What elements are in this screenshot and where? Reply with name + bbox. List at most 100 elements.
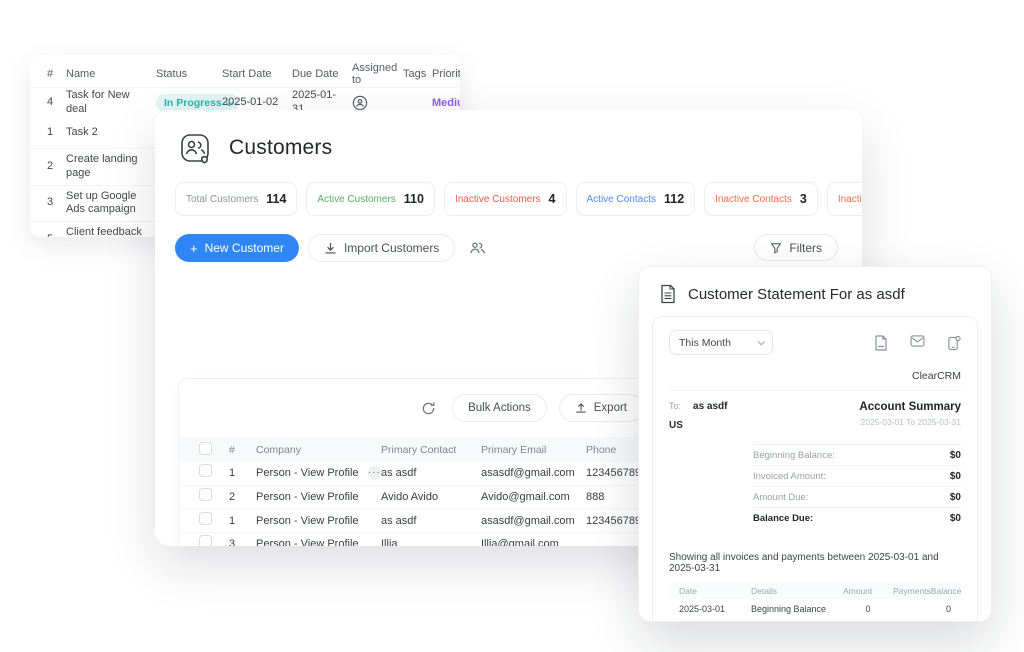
task-num: 3 <box>47 196 66 210</box>
stat-value: 112 <box>664 192 684 206</box>
customer-num: 1 <box>229 467 256 479</box>
summary-value: $0 <box>950 450 961 461</box>
task-num: 4 <box>47 96 66 110</box>
statement-table-footer: Balance Due $0 <box>669 618 961 622</box>
customer-stats: Total Customers 114 Active Customers 110… <box>155 166 862 216</box>
statement-body: This Month <box>652 316 978 622</box>
priority-dropdown[interactable]: Medium <box>432 97 460 109</box>
import-customers-button[interactable]: Import Customers <box>308 234 455 262</box>
primary-email: Avido@gmail.com <box>481 491 586 503</box>
primary-contact: Illia <box>381 538 481 546</box>
account-summary-title: Account Summary <box>859 401 961 413</box>
tasks-col-assigned: Assigned to <box>352 62 403 86</box>
col-company: Company <box>256 444 381 456</box>
summary-label: Amount Due: <box>753 492 808 503</box>
assign-group-icon[interactable] <box>464 240 490 256</box>
summary-label: Balance Due: <box>753 513 813 524</box>
export-button[interactable]: Export <box>559 394 643 422</box>
statement-col: Payments <box>893 586 931 596</box>
tasks-col-num: # <box>47 68 66 80</box>
stat-card: Inactive Customers 4 <box>444 182 567 216</box>
customer-num: 1 <box>229 515 256 527</box>
task-name: Client feedback review <box>66 226 156 237</box>
showing-range-text: Showing all invoices and payments betwee… <box>669 552 961 574</box>
row-checkbox[interactable] <box>199 464 212 477</box>
email-icon[interactable] <box>910 335 925 351</box>
company-link[interactable]: Person - View Profile <box>256 538 359 546</box>
col-primary-contact: Primary Contact <box>381 444 481 456</box>
period-select[interactable]: This Month <box>669 330 773 355</box>
summary-value: $0 <box>950 492 961 503</box>
bulk-actions-button[interactable]: Bulk Actions <box>452 394 547 422</box>
import-customers-label: Import Customers <box>344 241 439 255</box>
stat-label: Inactive Contacts <box>838 194 862 205</box>
stmt-balance: 0 <box>895 604 951 614</box>
row-checkbox[interactable] <box>199 535 212 546</box>
statement-title: Customer Statement For as asdf <box>688 286 905 303</box>
to-label: To: <box>669 401 681 411</box>
plus-icon: + <box>190 241 198 256</box>
new-customer-button[interactable]: + New Customer <box>175 234 299 262</box>
tasks-col-tags: Tags <box>403 68 432 80</box>
statement-table-header: DateDetailsAmountPaymentsBalance <box>669 582 961 599</box>
row-menu-button[interactable]: ··· <box>368 466 381 480</box>
task-name: Create landing page <box>66 153 156 181</box>
statement-col: Details <box>751 586 843 596</box>
stat-card: Active Customers 110 <box>306 182 435 216</box>
company-link[interactable]: Person - View Profile <box>256 467 359 479</box>
stat-value: 3 <box>800 192 807 206</box>
stat-value: 114 <box>266 192 286 206</box>
filters-label: Filters <box>789 241 822 255</box>
chevron-down-icon <box>758 338 765 345</box>
statement-row: 2025-03-01 Beginning Balance 0 0 <box>669 599 961 618</box>
summary-row: Balance Due: $0 <box>753 507 961 528</box>
customer-num: 3 <box>229 538 256 546</box>
account-summary-period: 2025-03-01 To 2025-03-31 <box>859 417 961 427</box>
customer-num: 2 <box>229 491 256 503</box>
stat-card: Total Customers 114 <box>175 182 297 216</box>
company-link[interactable]: Person - View Profile <box>256 515 359 527</box>
refresh-icon[interactable] <box>417 401 440 416</box>
bulk-actions-label: Bulk Actions <box>468 402 531 414</box>
primary-email: asasdf@gmail.com <box>481 467 586 479</box>
priority-label: Medium <box>432 97 460 109</box>
tasks-col-status: Status <box>156 68 222 80</box>
stmt-amount: 0 <box>843 604 893 614</box>
row-checkbox[interactable] <box>199 512 212 525</box>
select-all-checkbox[interactable] <box>199 442 212 455</box>
company-link[interactable]: Person - View Profile <box>256 491 359 503</box>
col-primary-email: Primary Email <box>481 444 586 456</box>
summary-row: Invoiced Amount: $0 <box>753 465 961 486</box>
statement-document-icon <box>659 284 677 304</box>
statement-col: Date <box>679 586 751 596</box>
summary-label: Invoiced Amount: <box>753 471 826 482</box>
assignee-avatar-icon[interactable] <box>352 95 403 111</box>
filter-icon <box>770 242 782 254</box>
tasks-col-name: Name <box>66 68 156 80</box>
row-checkbox[interactable] <box>199 488 212 501</box>
export-label: Export <box>594 402 627 414</box>
stat-label: Active Customers <box>317 194 395 205</box>
stat-label: Total Customers <box>186 194 258 205</box>
export-icon <box>575 402 587 414</box>
stat-label: Inactive Contacts <box>715 194 792 205</box>
page-title: Customers <box>229 136 332 160</box>
new-customer-label: New Customer <box>205 241 284 255</box>
stat-label: Inactive Customers <box>455 194 541 205</box>
summary-value: $0 <box>950 513 961 524</box>
primary-email: asasdf@gmail.com <box>481 515 586 527</box>
filters-button[interactable]: Filters <box>754 234 838 261</box>
customers-icon <box>177 130 213 166</box>
tasks-col-due: Due Date <box>292 68 352 80</box>
whatsapp-phone-icon[interactable] <box>947 335 961 351</box>
stat-value: 110 <box>404 192 424 206</box>
primary-contact: Avido Avido <box>381 491 481 503</box>
task-name: Task 2 <box>66 126 156 140</box>
stat-value: 4 <box>549 192 556 206</box>
primary-contact: as asdf <box>381 515 481 527</box>
task-num: 2 <box>47 160 66 174</box>
pdf-file-icon[interactable] <box>874 335 888 351</box>
summary-label: Beginning Balance: <box>753 450 835 461</box>
stat-card: Inactive Contacts 3 <box>704 182 818 216</box>
statement-col: Balance <box>931 586 987 596</box>
